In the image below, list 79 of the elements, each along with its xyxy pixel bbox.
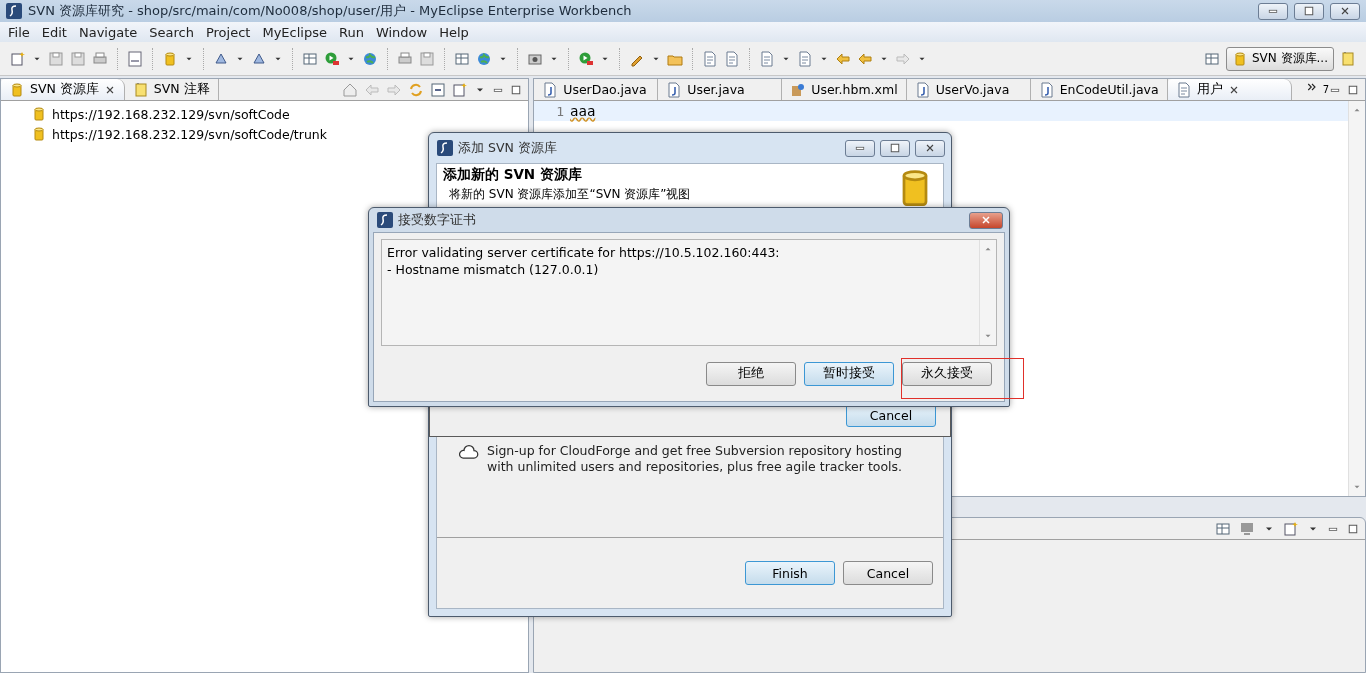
menu-item[interactable]: Project bbox=[199, 24, 257, 40]
page-icon[interactable] bbox=[724, 50, 740, 67]
new-repository-icon[interactable] bbox=[452, 81, 469, 98]
dialog-title: 接受数字证书 bbox=[398, 211, 476, 229]
dialog-button[interactable]: 拒绝 bbox=[706, 361, 796, 386]
repository-icon bbox=[31, 106, 47, 122]
close-button[interactable] bbox=[915, 139, 945, 157]
java-file-icon bbox=[666, 81, 683, 98]
run-icon[interactable] bbox=[324, 50, 340, 67]
dialog-button[interactable]: 永久接受 bbox=[902, 361, 992, 386]
database-icon[interactable] bbox=[162, 50, 178, 67]
scrollbar[interactable] bbox=[1348, 101, 1365, 496]
text-file-icon bbox=[1175, 81, 1192, 98]
save-all-icon[interactable] bbox=[70, 50, 86, 67]
maximize-icon[interactable] bbox=[1347, 522, 1359, 535]
monitor-icon[interactable] bbox=[1239, 520, 1255, 537]
menu-item[interactable]: Navigate bbox=[72, 24, 144, 40]
new-file-icon[interactable] bbox=[10, 50, 26, 67]
menu-item[interactable]: Run bbox=[332, 24, 370, 40]
dialog-button[interactable]: 暂时接受 bbox=[804, 361, 894, 386]
print-icon[interactable] bbox=[92, 50, 108, 67]
view-tab[interactable]: SVN 资源库 bbox=[1, 79, 125, 100]
perspective-button[interactable]: SVN 资源库... bbox=[1225, 46, 1334, 71]
close-button[interactable] bbox=[969, 211, 1003, 229]
error-message: Error validating server certificate for https://10.5.102.160:443: - Hostname mismatch (127.0.0.1) bbox=[386, 244, 781, 279]
page-icon[interactable] bbox=[702, 50, 718, 67]
cancel-button[interactable]: Cancel bbox=[843, 561, 933, 585]
note-icon bbox=[132, 81, 149, 98]
close-icon bbox=[1339, 5, 1351, 17]
new-window-icon[interactable] bbox=[1283, 520, 1299, 537]
restore-icon bbox=[1303, 5, 1315, 17]
close-button[interactable] bbox=[1330, 2, 1360, 20]
database-icon bbox=[9, 81, 25, 98]
minimize-button[interactable] bbox=[845, 139, 875, 157]
collapse-icon[interactable] bbox=[430, 81, 447, 98]
page-icon[interactable] bbox=[759, 50, 775, 67]
xml-file-icon bbox=[790, 81, 807, 98]
dialog-heading: 添加新的 SVN 资源库 bbox=[443, 166, 583, 184]
save-icon[interactable] bbox=[48, 50, 64, 67]
restore-button[interactable] bbox=[1294, 2, 1324, 20]
close-icon bbox=[924, 142, 936, 154]
app-icon bbox=[377, 212, 393, 228]
promo-text: Sign-up for CloudForge and get free Subversion repository hosting with unlimited users and repositories, plus free agile tracker tools. bbox=[487, 443, 903, 476]
chevrons-icon[interactable] bbox=[1305, 81, 1318, 93]
menu-item[interactable]: Edit bbox=[35, 24, 73, 40]
line-number: 1 bbox=[556, 103, 565, 119]
run-icon[interactable] bbox=[578, 50, 594, 67]
editor-tab[interactable]: 用户 bbox=[1167, 79, 1292, 100]
maximize-button[interactable] bbox=[880, 139, 910, 157]
binary-file-icon[interactable] bbox=[127, 50, 143, 67]
page-icon[interactable] bbox=[797, 50, 813, 67]
menu-item[interactable]: Window bbox=[369, 24, 434, 40]
printer-icon[interactable] bbox=[397, 50, 413, 67]
home-icon[interactable] bbox=[342, 81, 359, 98]
dialog-title: 添加 SVN 资源库 bbox=[458, 139, 557, 157]
repository-item[interactable]: https://192.168.232.129/svn/softCode bbox=[52, 106, 290, 122]
app-icon bbox=[437, 140, 453, 156]
maximize-icon bbox=[889, 142, 901, 154]
menu-item[interactable]: Help bbox=[433, 24, 475, 40]
dialog-description: 将新的 SVN 资源库添加至“SVN 资源库”视图 bbox=[448, 186, 692, 203]
app-icon bbox=[6, 3, 22, 19]
close-icon bbox=[980, 214, 992, 226]
repository-item[interactable]: https://192.168.232.129/svn/softCode/trunk bbox=[52, 126, 327, 142]
window-title: SVN 资源库研究 - shop/src/main/com/No008/shop/user/用户 - MyEclipse Enterprise Workbench bbox=[28, 2, 632, 20]
hidden-tab-count[interactable]: 7 bbox=[1322, 84, 1329, 95]
java-file-icon bbox=[1038, 81, 1055, 98]
globe-icon[interactable] bbox=[476, 50, 492, 67]
menu-item[interactable]: MyEclipse bbox=[256, 24, 333, 40]
menu-item[interactable]: File bbox=[2, 24, 36, 40]
java-file-icon bbox=[542, 81, 559, 98]
globe-icon[interactable] bbox=[362, 50, 378, 67]
minimize-button[interactable] bbox=[1258, 2, 1288, 20]
menu-item[interactable]: Search bbox=[143, 24, 200, 40]
code-line: aaa bbox=[570, 103, 596, 119]
finish-button[interactable]: Finish bbox=[745, 561, 835, 585]
java-file-icon bbox=[914, 81, 931, 98]
maximize-icon[interactable] bbox=[510, 83, 523, 96]
repository-icon bbox=[31, 126, 47, 142]
maximize-icon[interactable] bbox=[1347, 83, 1359, 96]
